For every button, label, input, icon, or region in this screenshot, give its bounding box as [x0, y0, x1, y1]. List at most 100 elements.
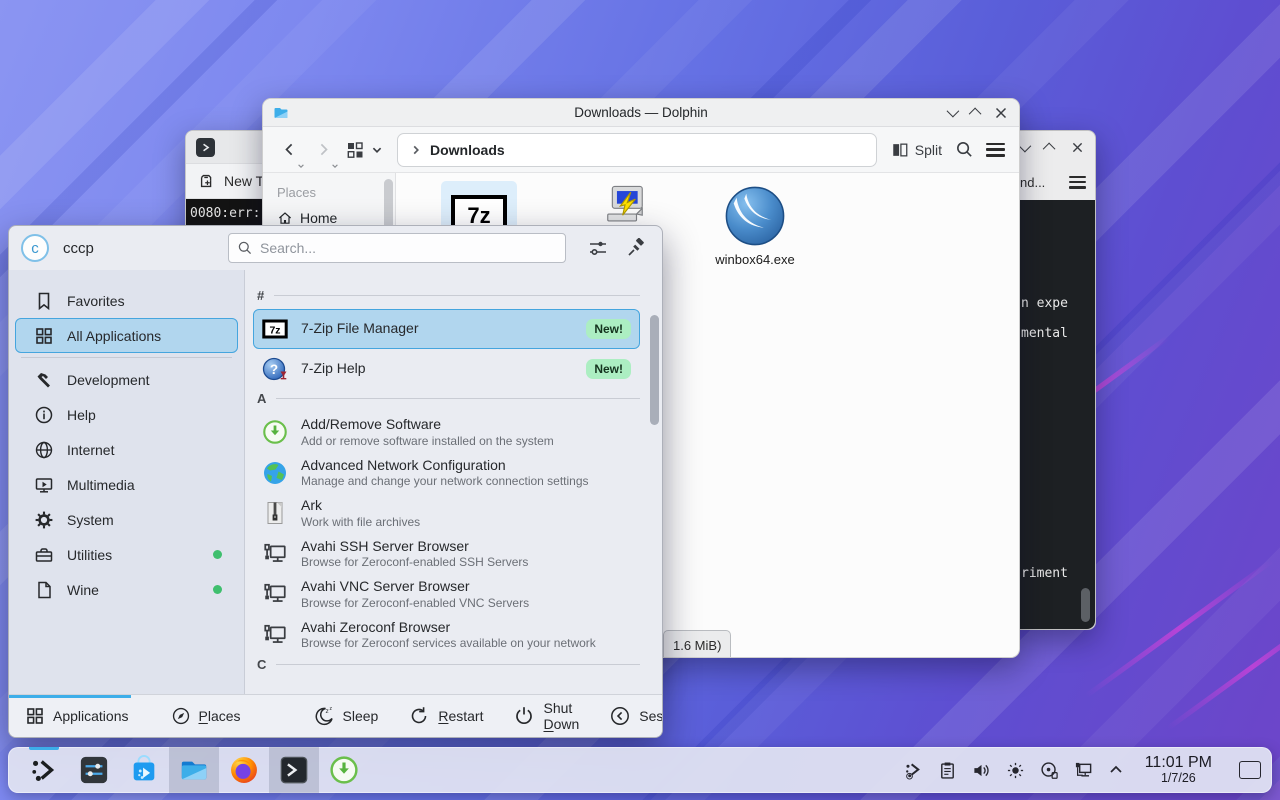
taskbar-konsole[interactable]	[269, 747, 319, 793]
maximize-button[interactable]	[1042, 140, 1058, 156]
document-icon	[34, 580, 54, 600]
sort-settings-icon[interactable]	[588, 238, 608, 258]
app-item-add-remove-software[interactable]: Add/Remove SoftwareAdd or remove softwar…	[253, 412, 640, 453]
search-icon[interactable]	[952, 138, 976, 162]
terminal-titlebar[interactable]	[1015, 131, 1095, 164]
sidebar-item-help[interactable]: Help	[15, 397, 238, 432]
new-badge: New!	[586, 359, 631, 379]
minimize-button[interactable]	[943, 105, 959, 121]
gear-icon	[34, 510, 54, 530]
server_browser-icon	[262, 581, 288, 607]
view-mode-button[interactable]	[345, 140, 383, 160]
digital-clock[interactable]: 11:01 PM 1/7/26	[1145, 754, 1212, 785]
menu-icon[interactable]	[1069, 176, 1086, 189]
server_browser-icon	[262, 622, 288, 648]
search-input[interactable]	[260, 240, 557, 256]
terminal-output: n expementalriment	[1015, 200, 1095, 629]
tray-brightness-icon[interactable]	[1006, 761, 1025, 780]
sidebar-item-multimedia[interactable]: Multimedia	[15, 467, 238, 502]
app-item-avahi-vnc-server-browser[interactable]: Avahi VNC Server BrowserBrowse for Zeroc…	[253, 574, 640, 615]
sidebar-divider	[21, 357, 232, 358]
terminal-line: riment	[1021, 566, 1068, 581]
tray-clipboard-icon[interactable]	[938, 761, 957, 780]
taskbar-discover[interactable]	[119, 747, 169, 793]
forward-button[interactable]	[311, 138, 335, 162]
app-item-7-zip-help[interactable]: ?7-Zip HelpNew!	[253, 349, 640, 389]
app-item-advanced-network-configuration[interactable]: Advanced Network ConfigurationManage and…	[253, 453, 640, 494]
tray-network-icon[interactable]	[1074, 761, 1093, 780]
downloader-icon	[262, 419, 288, 445]
taskbar-panel: 11:01 PM 1/7/26	[8, 747, 1272, 793]
app-item-avahi-ssh-server-browser[interactable]: Avahi SSH Server BrowserBrowse for Zeroc…	[253, 534, 640, 575]
new-items-dot	[213, 585, 222, 594]
firefox-icon	[229, 755, 259, 785]
sidebar-item-system[interactable]: System	[15, 502, 238, 537]
footer-tab-applications[interactable]: Applications	[25, 706, 129, 726]
sleep-icon: zz	[313, 705, 335, 727]
maximize-button[interactable]	[968, 105, 984, 121]
house-icon	[277, 210, 293, 226]
taskbar-firefox[interactable]	[219, 747, 269, 793]
multimedia-icon	[34, 475, 54, 495]
terminal-line: n expe	[1021, 296, 1068, 311]
scrollbar[interactable]	[1081, 588, 1090, 622]
back-button[interactable]	[277, 138, 301, 162]
search-field[interactable]	[228, 233, 566, 263]
dolphin-titlebar[interactable]: Downloads — Dolphin	[263, 99, 1019, 127]
peek-desktop-button[interactable]	[1239, 761, 1261, 779]
settings-icon	[79, 755, 109, 785]
sidebar-item-all-applications[interactable]: All Applications	[15, 318, 238, 353]
file-setup-exe[interactable]	[599, 183, 651, 229]
app-item-avahi-zeroconf-browser[interactable]: Avahi Zeroconf BrowserBrowse for Zerocon…	[253, 615, 640, 656]
sidebar-item-utilities[interactable]: Utilities	[15, 537, 238, 572]
split-button[interactable]: Split	[891, 141, 942, 159]
tab-title-truncated[interactable]: nd...	[1020, 175, 1045, 190]
file-winbox64-exe[interactable]: winbox64.exe	[707, 185, 803, 267]
active-tab-indicator	[9, 695, 131, 698]
tray-disks-devices-icon[interactable]	[1040, 761, 1059, 780]
sidebar-item-label: Internet	[67, 442, 114, 458]
app-item-ark[interactable]: ArkWork with file archives	[253, 493, 640, 534]
session-icon	[609, 705, 631, 727]
power-icon	[513, 705, 535, 727]
restart-button[interactable]: Restart	[408, 705, 483, 727]
section-header: #	[257, 288, 640, 303]
close-button[interactable]	[993, 105, 1009, 121]
user-avatar[interactable]: c	[21, 234, 49, 262]
new-items-dot	[213, 550, 222, 559]
expand-tray-icon[interactable]	[1108, 762, 1124, 778]
sleep-button[interactable]: zzSleep	[313, 705, 379, 727]
shut-down-button[interactable]: Shut Down	[513, 700, 579, 732]
new-tab-button[interactable]: New T	[224, 173, 264, 189]
sevenzip_help-icon: ?	[262, 356, 288, 382]
pin-icon[interactable]	[626, 238, 646, 258]
server_browser-icon	[262, 541, 288, 567]
sidebar-item-wine[interactable]: Wine	[15, 572, 238, 607]
taskbar-application-launcher[interactable]	[19, 747, 69, 793]
tray-plasma-widget-icon[interactable]	[904, 761, 923, 780]
section-header: C	[257, 657, 640, 672]
new-badge: New!	[586, 319, 631, 339]
sidebar-item-internet[interactable]: Internet	[15, 432, 238, 467]
sidebar-item-label: Help	[67, 407, 96, 423]
close-button[interactable]	[1069, 140, 1085, 156]
sevenzip-icon: 7z	[262, 316, 288, 342]
sidebar-item-label: All Applications	[67, 328, 161, 344]
search-icon	[237, 240, 253, 256]
location-bar[interactable]: Downloads	[397, 133, 877, 167]
sidebar-item-favorites[interactable]: Favorites	[15, 283, 238, 318]
sidebar-item-development[interactable]: Development	[15, 362, 238, 397]
places-item-home[interactable]: Home	[277, 210, 395, 226]
tray-audio-volume-icon[interactable]	[972, 761, 991, 780]
bookmark-icon	[34, 291, 54, 311]
session-button[interactable]: Session	[609, 705, 663, 727]
app-item-7-zip-file-manager[interactable]: 7z7-Zip File ManagerNew!	[253, 309, 640, 349]
breadcrumb-folder[interactable]: Downloads	[430, 142, 505, 158]
scrollbar[interactable]	[650, 315, 659, 425]
taskbar-system-settings[interactable]	[69, 747, 119, 793]
taskbar-package-updater[interactable]	[319, 747, 369, 793]
winbox-icon	[724, 185, 786, 247]
menu-icon[interactable]	[986, 143, 1005, 157]
footer-tab-places[interactable]: Places	[171, 706, 241, 726]
taskbar-dolphin[interactable]	[169, 747, 219, 793]
